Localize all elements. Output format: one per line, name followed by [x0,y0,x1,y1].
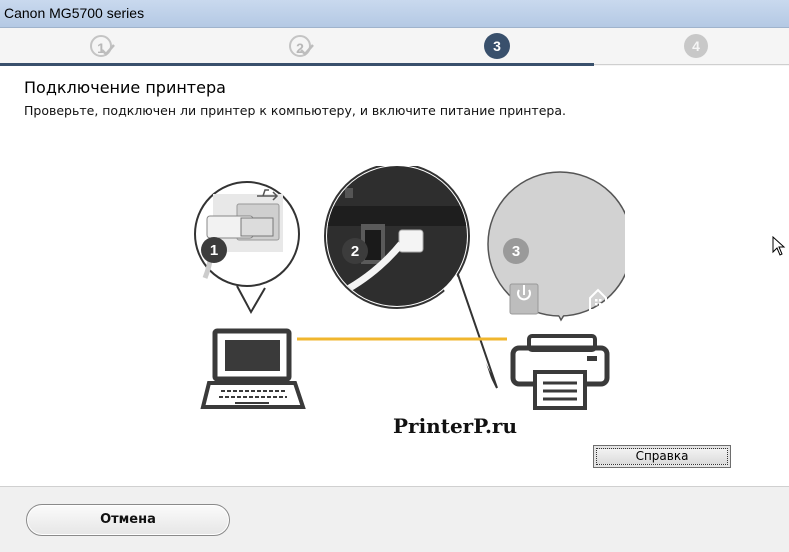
window-title: Canon MG5700 series [4,5,145,21]
help-button-label: Справка [596,448,728,465]
page-title: Подключение принтера [24,78,226,97]
printer-icon [510,334,610,410]
step-3-number: 3 [484,33,510,59]
cancel-button[interactable]: Отмена [26,504,230,536]
svg-text:3: 3 [512,243,520,260]
footer-divider [0,486,789,487]
help-button[interactable]: Справка [593,445,731,468]
connection-illustration: 1 2 3 [194,166,625,410]
svg-text:1: 1 [210,242,218,259]
step-4-future: 4 [684,33,714,63]
step-indicator: 1 2 3 4 [0,28,789,66]
mouse-cursor-icon [772,236,786,256]
step-1-done: 1 [88,33,118,63]
step-2-done: 2 [287,33,317,63]
progress-track [594,64,789,65]
main-content: Подключение принтера Проверьте, подключе… [0,66,789,486]
power-icon [509,283,539,315]
laptop-icon [200,328,306,409]
title-bar: Canon MG5700 series [0,0,789,28]
page-description: Проверьте, подключен ли принтер к компью… [24,103,566,118]
step-3-active: 3 [484,33,514,63]
check-icon [101,44,115,56]
svg-text:2: 2 [351,243,359,260]
step-4-number: 4 [684,34,708,58]
watermark: PrinterP.ru [393,414,517,438]
check-icon [300,44,314,56]
callout-2-usb-printer [324,166,498,389]
